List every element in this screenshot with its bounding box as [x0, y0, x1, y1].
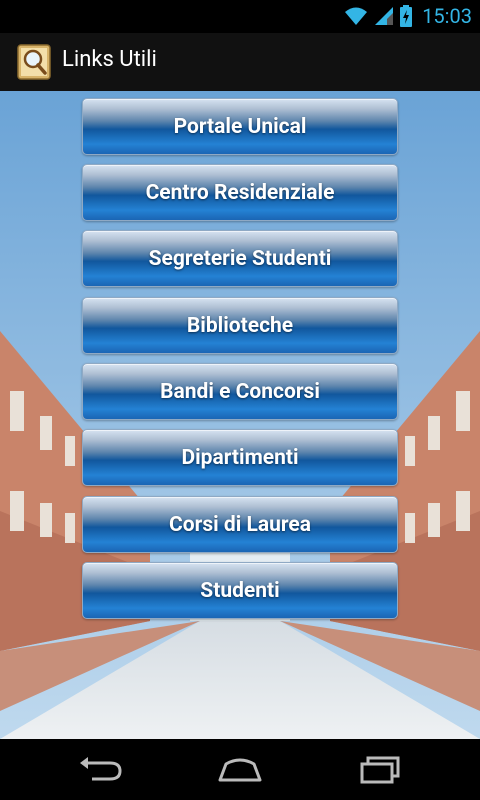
links-content: Portale Unical Centro Residenziale Segre…	[0, 91, 480, 739]
link-button-centro-residenziale[interactable]: Centro Residenziale	[82, 164, 398, 221]
home-icon[interactable]	[216, 754, 264, 784]
back-icon[interactable]	[76, 754, 124, 784]
navigation-bar	[0, 739, 480, 800]
recent-apps-icon[interactable]	[356, 754, 404, 784]
battery-charging-icon	[400, 5, 413, 27]
status-time: 15:03	[422, 4, 472, 28]
signal-icon	[375, 7, 394, 25]
link-button-segreterie-studenti[interactable]: Segreterie Studenti	[82, 230, 398, 287]
action-bar: Links Utili	[0, 33, 480, 92]
link-button-portale-unical[interactable]: Portale Unical	[82, 98, 398, 155]
link-button-biblioteche[interactable]: Biblioteche	[82, 297, 398, 354]
link-button-dipartimenti[interactable]: Dipartimenti	[82, 429, 398, 486]
wifi-icon	[345, 7, 368, 25]
link-button-bandi-e-concorsi[interactable]: Bandi e Concorsi	[82, 363, 398, 420]
app-title: Links Utili	[62, 47, 157, 72]
link-button-studenti[interactable]: Studenti	[82, 562, 398, 619]
status-icons: 15:03	[344, 4, 472, 28]
magnifier-scroll-icon	[17, 44, 51, 80]
status-bar: 15:03	[0, 0, 480, 33]
link-button-corsi-di-laurea[interactable]: Corsi di Laurea	[82, 496, 398, 553]
